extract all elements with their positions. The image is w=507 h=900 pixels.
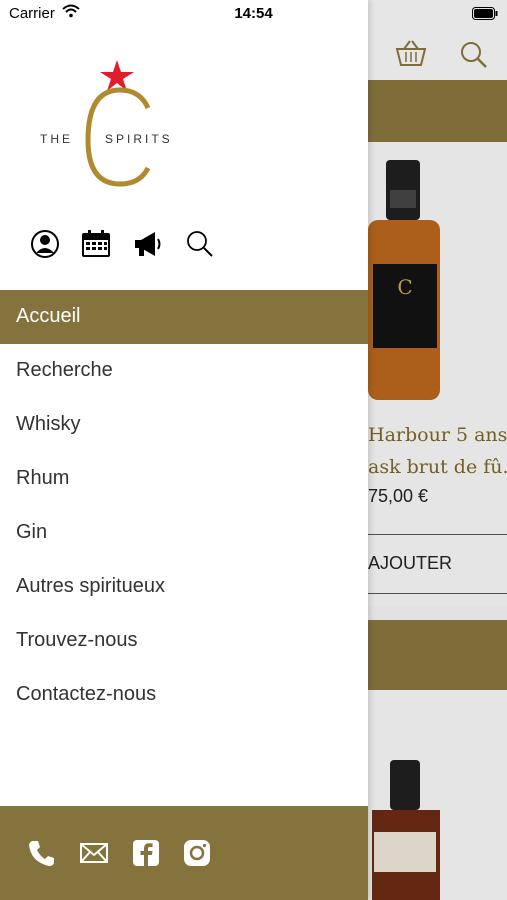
menu-item-contactez-nous[interactable]: Contactez-nous bbox=[0, 668, 368, 722]
status-bar: Carrier 14:54 bbox=[0, 0, 507, 28]
menu-item-label: Recherche bbox=[16, 359, 113, 381]
menu-item-gin[interactable]: Gin bbox=[0, 506, 368, 560]
logo-mark bbox=[85, 60, 151, 187]
menu-item-label: Whisky bbox=[16, 413, 81, 435]
megaphone-icon[interactable] bbox=[131, 228, 163, 260]
dim-overlay[interactable] bbox=[368, 0, 507, 900]
menu-item-label: Accueil bbox=[16, 305, 81, 327]
menu-item-accueil[interactable]: Accueil bbox=[0, 290, 368, 344]
menu-list: Accueil Recherche Whisky Rhum Gin Autres… bbox=[0, 290, 368, 722]
status-time: 14:54 bbox=[234, 5, 273, 22]
menu-item-trouvez-nous[interactable]: Trouvez-nous bbox=[0, 614, 368, 668]
instagram-icon[interactable] bbox=[182, 838, 212, 868]
facebook-icon[interactable] bbox=[131, 838, 161, 868]
calendar-icon[interactable] bbox=[80, 228, 112, 260]
search-icon[interactable] bbox=[184, 228, 216, 260]
menu-item-label: Autres spiritueux bbox=[16, 575, 165, 597]
side-drawer: THE SPIRITS Accueil Recherche Whisky Rhu… bbox=[0, 0, 368, 900]
battery-icon bbox=[472, 7, 498, 20]
menu-item-autres-spiritueux[interactable]: Autres spiritueux bbox=[0, 560, 368, 614]
menu-item-label: Trouvez-nous bbox=[16, 629, 138, 651]
menu-item-label: Rhum bbox=[16, 467, 70, 489]
logo-word-the: THE bbox=[40, 132, 73, 146]
menu-item-label: Gin bbox=[16, 521, 48, 543]
menu-item-rhum[interactable]: Rhum bbox=[0, 452, 368, 506]
drawer-footer bbox=[0, 806, 368, 900]
logo-word-spirits: SPIRITS bbox=[105, 132, 173, 146]
menu-item-whisky[interactable]: Whisky bbox=[0, 398, 368, 452]
user-icon[interactable] bbox=[29, 228, 61, 260]
menu-item-label: Contactez-nous bbox=[16, 683, 157, 705]
mail-icon[interactable] bbox=[79, 838, 109, 868]
quick-icons bbox=[0, 228, 368, 262]
menu-item-recherche[interactable]: Recherche bbox=[0, 344, 368, 398]
phone-icon[interactable] bbox=[27, 838, 57, 868]
